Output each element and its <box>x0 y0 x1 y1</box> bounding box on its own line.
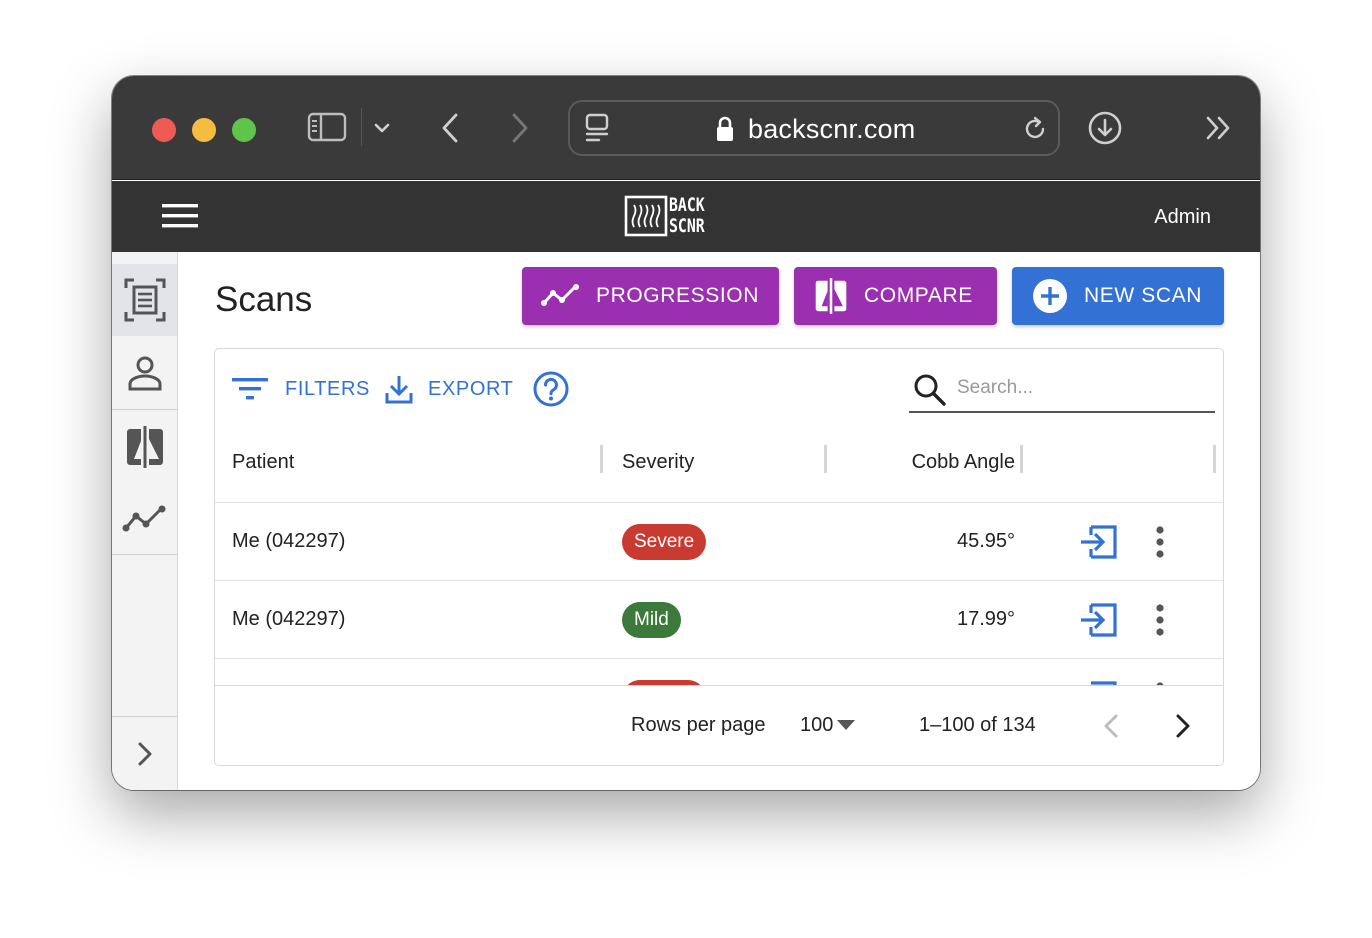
download-icon[interactable] <box>1086 109 1124 147</box>
open-scan-button[interactable] <box>1077 598 1121 642</box>
row-more-button[interactable] <box>1155 598 1165 642</box>
filter-icon <box>232 378 268 400</box>
dropdown-arrow-icon <box>837 720 856 730</box>
next-page-button[interactable] <box>1171 710 1195 742</box>
minimize-window-button[interactable] <box>192 118 216 142</box>
chevron-right-icon <box>138 742 151 766</box>
severity-badge: Severe <box>622 524 707 560</box>
column-header-patient[interactable]: Patient <box>232 451 294 474</box>
severity-badge: Mild <box>622 602 681 638</box>
cobb-angle-cell: 45.95° <box>956 530 1015 552</box>
main-content: Scans PROGRESSION COMPARE NEW SCAN FILTE… <box>178 252 1260 790</box>
progression-chart-icon <box>541 284 579 306</box>
forward-arrow-icon[interactable] <box>506 110 534 146</box>
chevron-down-icon[interactable] <box>370 116 394 140</box>
new-scan-button-label: NEW SCAN <box>1084 284 1202 307</box>
user-menu-label[interactable]: Admin <box>1154 206 1211 229</box>
sidebar-nav <box>112 252 178 790</box>
compare-button-label: COMPARE <box>864 284 973 307</box>
sidebar-item-patients[interactable] <box>112 336 177 410</box>
back-arrow-icon[interactable] <box>436 110 464 146</box>
more-vertical-icon <box>1156 604 1164 636</box>
column-resize-handle[interactable] <box>1213 445 1216 473</box>
login-arrow-icon <box>1081 525 1117 559</box>
download-icon <box>385 376 413 404</box>
compare-button[interactable]: COMPARE <box>794 267 997 325</box>
open-scan-button[interactable] <box>1077 520 1121 564</box>
table-row[interactable]: Me (042297) Severe 45.95° <box>215 503 1223 581</box>
close-window-button[interactable] <box>152 118 176 142</box>
rows-per-page-label: Rows per page <box>631 714 766 736</box>
person-icon <box>128 356 161 390</box>
progression-chart-icon <box>122 505 165 531</box>
sidebar-item-scans[interactable] <box>112 264 177 336</box>
app-logo[interactable]: BACK SCNR <box>624 194 714 240</box>
column-header-cobb-angle[interactable]: Cobb Angle <box>912 451 1015 474</box>
help-button[interactable] <box>533 369 569 409</box>
filters-button[interactable]: FILTERS <box>231 369 370 409</box>
export-label: EXPORT <box>428 377 514 400</box>
table-pagination: Rows per page 100 1–100 of 134 <box>215 685 1223 765</box>
add-circle-icon <box>1033 279 1067 313</box>
search-icon <box>914 374 946 406</box>
search-input[interactable] <box>957 373 1207 403</box>
column-resize-handle[interactable] <box>600 445 603 473</box>
logo-text: BACK SCNR <box>669 195 705 237</box>
chevron-right-icon <box>1176 714 1190 738</box>
login-arrow-icon <box>1081 603 1117 637</box>
more-vertical-icon <box>1156 526 1164 558</box>
reload-icon[interactable] <box>1020 114 1050 144</box>
browser-toolbar: backscnr.com <box>112 76 1260 180</box>
url-text: backscnr.com <box>748 114 916 144</box>
export-button[interactable]: EXPORT <box>384 369 513 409</box>
patient-cell: Me (042297) <box>232 530 346 552</box>
pagination-range: 1–100 of 134 <box>919 714 1036 736</box>
sidebar-divider <box>112 716 177 717</box>
scan-document-icon <box>124 278 165 322</box>
sidebar-expand-button[interactable] <box>112 718 177 790</box>
new-scan-button[interactable]: NEW SCAN <box>1012 267 1224 325</box>
scans-table-card: FILTERS EXPORT Search... Patient Severit… <box>214 348 1224 766</box>
zoom-window-button[interactable] <box>232 118 256 142</box>
table-row[interactable]: Me (042297) Mild 17.99° <box>215 581 1223 659</box>
progression-button[interactable]: PROGRESSION <box>522 267 779 325</box>
chevron-left-icon <box>1104 714 1118 738</box>
help-icon <box>533 371 569 407</box>
compare-icon <box>126 426 163 468</box>
logo-mark-icon <box>624 195 668 237</box>
address-bar[interactable]: backscnr.com <box>568 100 1060 156</box>
toolbar-divider <box>361 108 362 146</box>
lock-icon <box>714 114 736 144</box>
rows-per-page-select[interactable]: 100 <box>800 710 856 740</box>
page-menu-icon[interactable] <box>582 112 612 144</box>
patient-cell: Me (042297) <box>232 608 346 630</box>
previous-page-button[interactable] <box>1099 710 1123 742</box>
logo-text-top: BACK <box>669 194 705 216</box>
browser-window: backscnr.com BACK SCNR Admin Scans PROGR… <box>112 76 1260 790</box>
hamburger-menu-icon[interactable] <box>160 201 200 231</box>
column-resize-handle[interactable] <box>1020 445 1023 473</box>
sidebar-item-compare[interactable] <box>112 411 177 483</box>
search-field <box>909 365 1215 413</box>
row-more-button[interactable] <box>1155 520 1165 564</box>
page-title: Scans <box>215 280 313 319</box>
filters-label: FILTERS <box>285 377 370 400</box>
column-resize-handle[interactable] <box>824 445 827 473</box>
column-header-severity[interactable]: Severity <box>622 451 694 474</box>
compare-icon <box>815 278 847 314</box>
rows-per-page-value: 100 <box>800 713 834 736</box>
sidebar-toggle-icon[interactable] <box>306 110 348 144</box>
cobb-angle-cell: 17.99° <box>956 608 1015 630</box>
sidebar-item-progression[interactable] <box>112 483 177 555</box>
progression-button-label: PROGRESSION <box>596 284 759 307</box>
more-toolbar-icon[interactable] <box>1204 114 1234 142</box>
table-header: Patient Severity Cobb Angle <box>215 429 1223 503</box>
app-header: BACK SCNR Admin <box>112 181 1260 252</box>
logo-text-bottom: SCNR <box>669 215 705 237</box>
